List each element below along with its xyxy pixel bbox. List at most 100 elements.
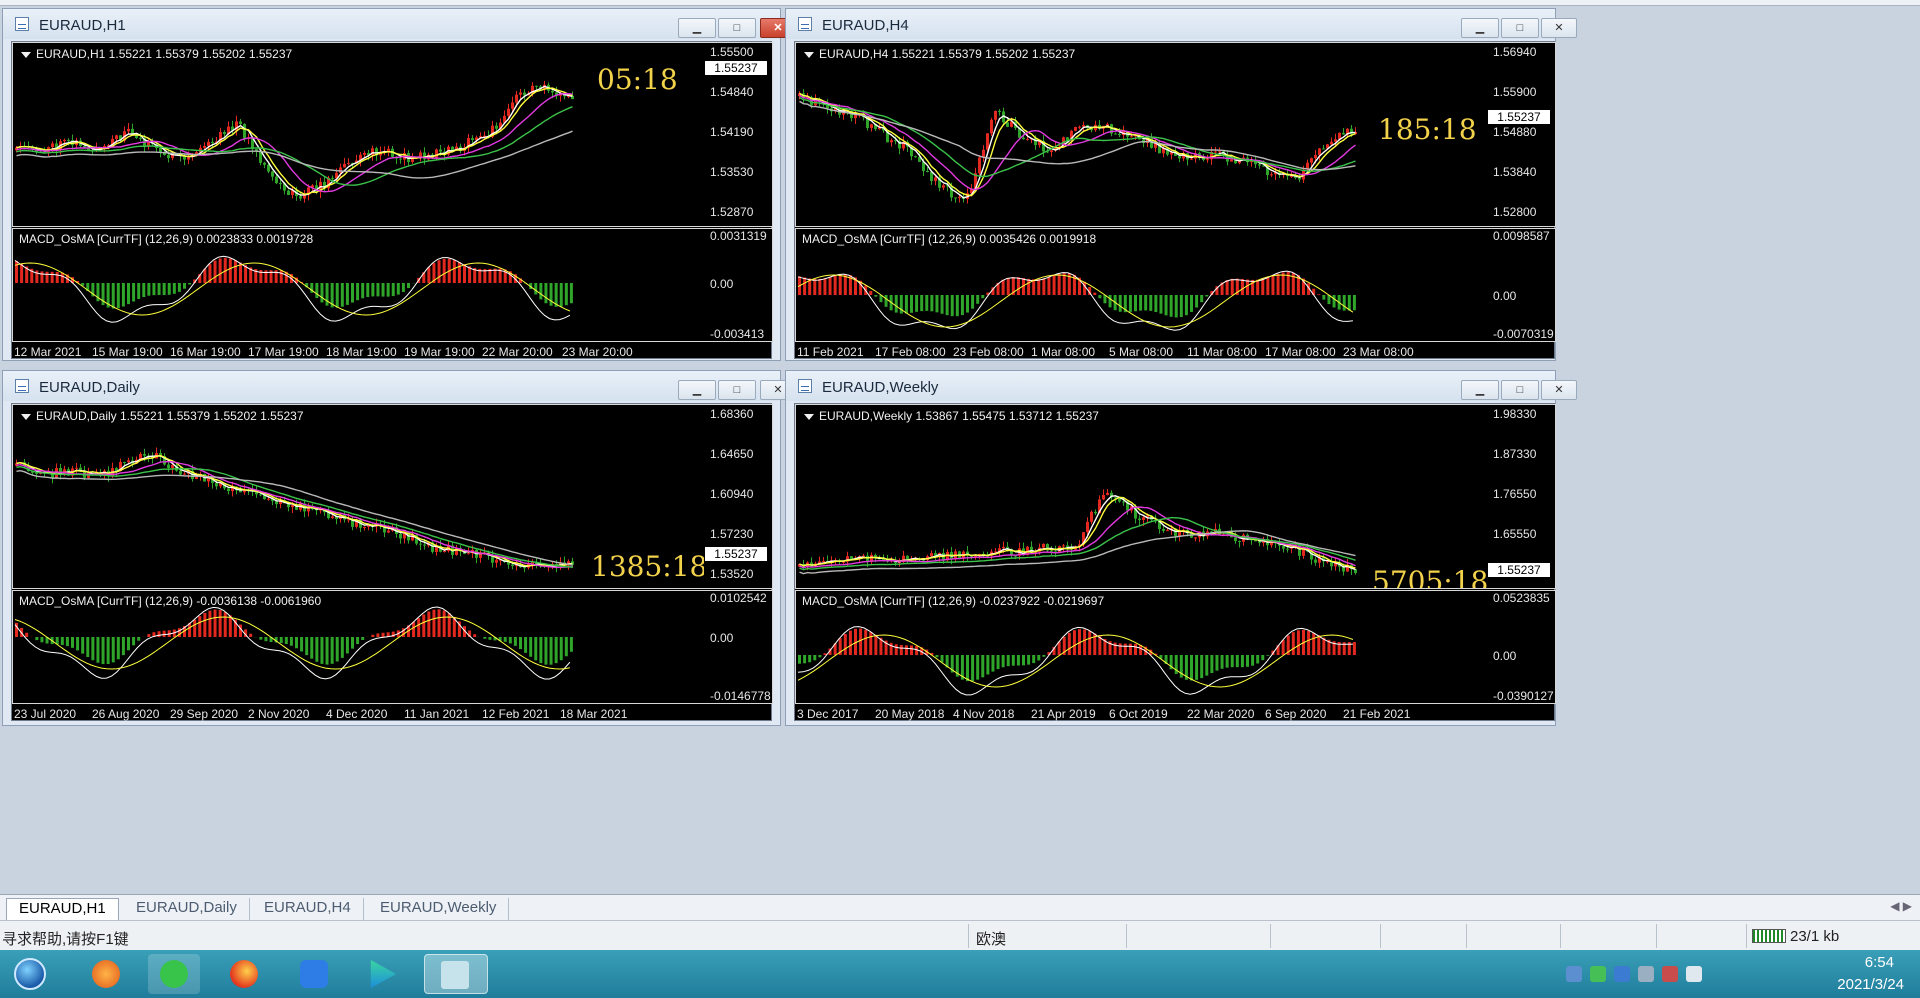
candle-body (1106, 492, 1109, 496)
candle-body (507, 108, 510, 116)
chart-area[interactable]: EURAUD,Daily 1.55221 1.55379 1.55202 1.5… (11, 403, 773, 721)
tray-network-icon[interactable] (1638, 966, 1654, 982)
osma-pane[interactable]: MACD_OsMA [CurrTF] (12,26,9) -0.0036138 … (12, 590, 773, 704)
osma-histogram-bar (335, 637, 339, 662)
minimize-button[interactable]: ▁ (678, 380, 716, 400)
chart-window-h1[interactable]: EURAUD,H1 ▁ □ ✕ EURAUD,H1 1.55221 1.5537… (2, 8, 796, 361)
price-scale[interactable]: 1.55500 1.55237 1.54840 1.54190 1.53530 … (704, 43, 772, 226)
osma-histogram-bar (1098, 636, 1102, 655)
taskbar-app-player[interactable] (356, 954, 408, 994)
osma-scale[interactable]: 0.0098587 0.00 -0.0070319 (1487, 229, 1555, 341)
candle-body (203, 146, 206, 148)
candle-body (914, 156, 917, 158)
price-scale[interactable]: 1.56940 1.55900 1.55237 1.54880 1.53840 … (1487, 43, 1555, 226)
candle-body (535, 85, 538, 87)
chart-window-h4[interactable]: EURAUD,H4 ▁ □ ✕ EURAUD,H4 1.55221 1.5537… (785, 8, 1577, 361)
osma-histogram-bar (534, 283, 538, 295)
current-price-label: 1.55237 (1488, 110, 1550, 124)
close-button[interactable]: ✕ (1541, 18, 1577, 38)
chart-area[interactable]: EURAUD,Weekly 1.53867 1.55475 1.53712 1.… (794, 403, 1556, 721)
price-pane[interactable]: EURAUD,Daily 1.55221 1.55379 1.55202 1.5… (12, 404, 773, 589)
price-scale[interactable]: 1.68360 1.64650 1.60940 1.57230 1.55237 … (704, 405, 772, 588)
tray-volume-icon[interactable] (1662, 966, 1678, 982)
price-pane[interactable]: EURAUD,H1 1.55221 1.55379 1.55202 1.5523… (12, 42, 773, 227)
taskbar-app-wechat[interactable] (148, 954, 200, 994)
taskbar-app-launcher[interactable] (80, 954, 132, 994)
minimize-button[interactable]: ▁ (1461, 18, 1499, 38)
osma-histogram-bar (121, 637, 125, 656)
chart-window-weekly[interactable]: EURAUD,Weekly ▁ □ ✕ EURAUD,Weekly 1.5386… (785, 370, 1577, 726)
osma-histogram-bar (1205, 295, 1209, 297)
candle-body (1162, 528, 1165, 531)
osma-histogram-bar (559, 283, 563, 307)
osma-histogram-bar (35, 637, 39, 641)
candle-body (167, 464, 170, 469)
maximize-button[interactable]: □ (718, 18, 756, 38)
osma-histogram-bar (452, 260, 456, 283)
price-tick: 1.64650 (710, 447, 754, 461)
tray-bluetooth-icon[interactable] (1566, 966, 1582, 982)
clock-time[interactable]: 6:54 (1865, 954, 1894, 971)
maximize-button[interactable]: □ (1501, 18, 1539, 38)
osma-histogram-bar (940, 295, 944, 314)
chart-area[interactable]: EURAUD,H4 1.55221 1.55379 1.55202 1.5523… (794, 41, 1556, 359)
candle-body (1078, 126, 1081, 128)
tab-scroll-arrows[interactable]: ◀ ▶ (1890, 899, 1912, 913)
window-titlebar[interactable]: EURAUD,H1 ▁ □ ✕ (3, 9, 796, 39)
osma-histogram-bar (1118, 643, 1122, 655)
price-tick: 1.68360 (710, 407, 754, 421)
tab-euraud-h1[interactable]: EURAUD,H1 (6, 898, 119, 920)
window-titlebar[interactable]: EURAUD,Weekly ▁ □ ✕ (786, 371, 1577, 401)
price-scale[interactable]: 1.98330 1.87330 1.76550 1.65550 1.55237 (1487, 405, 1555, 588)
osma-histogram-bar (167, 283, 171, 295)
chart-window-daily[interactable]: EURAUD,Daily ▁ □ ✕ EURAUD,Daily 1.55221 … (2, 370, 796, 726)
osma-histogram-bar (1072, 630, 1076, 655)
tray-shield-icon[interactable] (1614, 966, 1630, 982)
taskbar-app-notes[interactable] (288, 954, 340, 994)
candle-body (511, 102, 514, 109)
tab-euraud-weekly[interactable]: EURAUD,Weekly (368, 898, 510, 920)
osma-histogram-bar (407, 283, 410, 289)
window-titlebar[interactable]: EURAUD,H4 ▁ □ ✕ (786, 9, 1577, 39)
close-button[interactable]: ✕ (1541, 380, 1577, 400)
taskbar-app-firefox[interactable] (218, 954, 270, 994)
minimize-button[interactable]: ▁ (678, 18, 716, 38)
candle-body (63, 139, 66, 142)
osma-tick: -0.0070319 (1493, 327, 1554, 341)
maximize-button[interactable]: □ (1501, 380, 1539, 400)
tab-euraud-daily[interactable]: EURAUD,Daily (124, 898, 250, 920)
candle-body (275, 501, 278, 505)
price-pane[interactable]: EURAUD,H4 1.55221 1.55379 1.55202 1.5523… (795, 42, 1556, 227)
osma-pane[interactable]: MACD_OsMA [CurrTF] (12,26,9) 0.0035426 0… (795, 228, 1556, 342)
price-tick: 1.55500 (710, 45, 754, 59)
osma-histogram-bar (401, 283, 405, 292)
osma-histogram-bar (976, 655, 980, 680)
osma-tick: 0.00 (1493, 649, 1517, 663)
candle-body (1342, 132, 1345, 135)
osma-histogram-bar (351, 637, 354, 649)
tray-wechat-icon[interactable] (1590, 966, 1606, 982)
time-label: 11 Jan 2021 (404, 707, 470, 721)
tray-signal-icon[interactable] (1686, 966, 1702, 982)
osma-pane[interactable]: MACD_OsMA [CurrTF] (12,26,9) 0.0023833 0… (12, 228, 773, 342)
candle-body (1258, 164, 1261, 166)
chart-area[interactable]: EURAUD,H1 1.55221 1.55379 1.55202 1.5523… (11, 41, 773, 359)
osma-pane[interactable]: MACD_OsMA [CurrTF] (12,26,9) -0.0237922 … (795, 590, 1556, 704)
taskbar-app-metatrader[interactable] (424, 954, 488, 994)
tab-euraud-h4[interactable]: EURAUD,H4 (252, 898, 364, 920)
osma-histogram-bar (1098, 295, 1102, 299)
osma-tick: -0.003413 (710, 327, 765, 341)
osma-histogram-bar (335, 283, 339, 308)
start-button[interactable] (2, 954, 58, 994)
osma-scale[interactable]: 0.0102542 0.00 -0.0146778 (704, 591, 772, 703)
price-pane[interactable]: EURAUD,Weekly 1.53867 1.55475 1.53712 1.… (795, 404, 1556, 589)
osma-histogram-bar (340, 283, 344, 307)
clock-date[interactable]: 2021/3/24 (1837, 976, 1904, 993)
status-divider (1126, 924, 1127, 948)
osma-scale[interactable]: 0.0031319 0.00 -0.003413 (704, 229, 772, 341)
maximize-button[interactable]: □ (718, 380, 756, 400)
window-titlebar[interactable]: EURAUD,Daily ▁ □ ✕ (3, 371, 796, 401)
time-label: 3 Dec 2017 (797, 707, 859, 721)
minimize-button[interactable]: ▁ (1461, 380, 1499, 400)
osma-scale[interactable]: 0.0523835 0.00 -0.0390127 (1487, 591, 1555, 703)
